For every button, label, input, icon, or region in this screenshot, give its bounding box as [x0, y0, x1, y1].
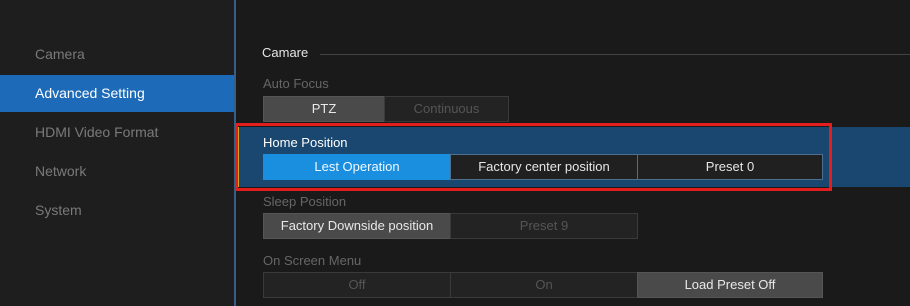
sidebar: Camera Advanced Setting HDMI Video Forma…	[0, 0, 234, 306]
sidebar-item-advanced-setting[interactable]: Advanced Setting	[0, 75, 234, 112]
sleep-position-selector: Factory Downside position Preset 9	[263, 213, 638, 239]
sleep-position-option-factory-downside[interactable]: Factory Downside position	[263, 213, 451, 239]
on-screen-menu-option-on[interactable]: On	[450, 272, 638, 298]
sleep-position-label: Sleep Position	[263, 194, 347, 209]
on-screen-menu-option-off[interactable]: Off	[263, 272, 451, 298]
on-screen-menu-selector: Off On Load Preset Off	[263, 272, 823, 298]
sidebar-item-system[interactable]: System	[0, 192, 234, 229]
on-screen-menu-option-load-preset-off[interactable]: Load Preset Off	[637, 272, 823, 298]
sidebar-item-camera[interactable]: Camera	[0, 36, 234, 73]
auto-focus-option-ptz[interactable]: PTZ	[263, 96, 385, 122]
section-divider	[320, 54, 910, 55]
sidebar-item-hdmi-video-format[interactable]: HDMI Video Format	[0, 114, 234, 151]
highlight-annotation-box	[235, 123, 832, 191]
auto-focus-option-continuous[interactable]: Continuous	[384, 96, 509, 122]
auto-focus-selector: PTZ Continuous	[263, 96, 509, 122]
section-title: Camare	[262, 45, 309, 60]
auto-focus-label: Auto Focus	[263, 76, 329, 91]
sleep-position-option-preset[interactable]: Preset 9	[450, 213, 638, 239]
sidebar-item-network[interactable]: Network	[0, 153, 234, 190]
on-screen-menu-label: On Screen Menu	[263, 253, 362, 268]
